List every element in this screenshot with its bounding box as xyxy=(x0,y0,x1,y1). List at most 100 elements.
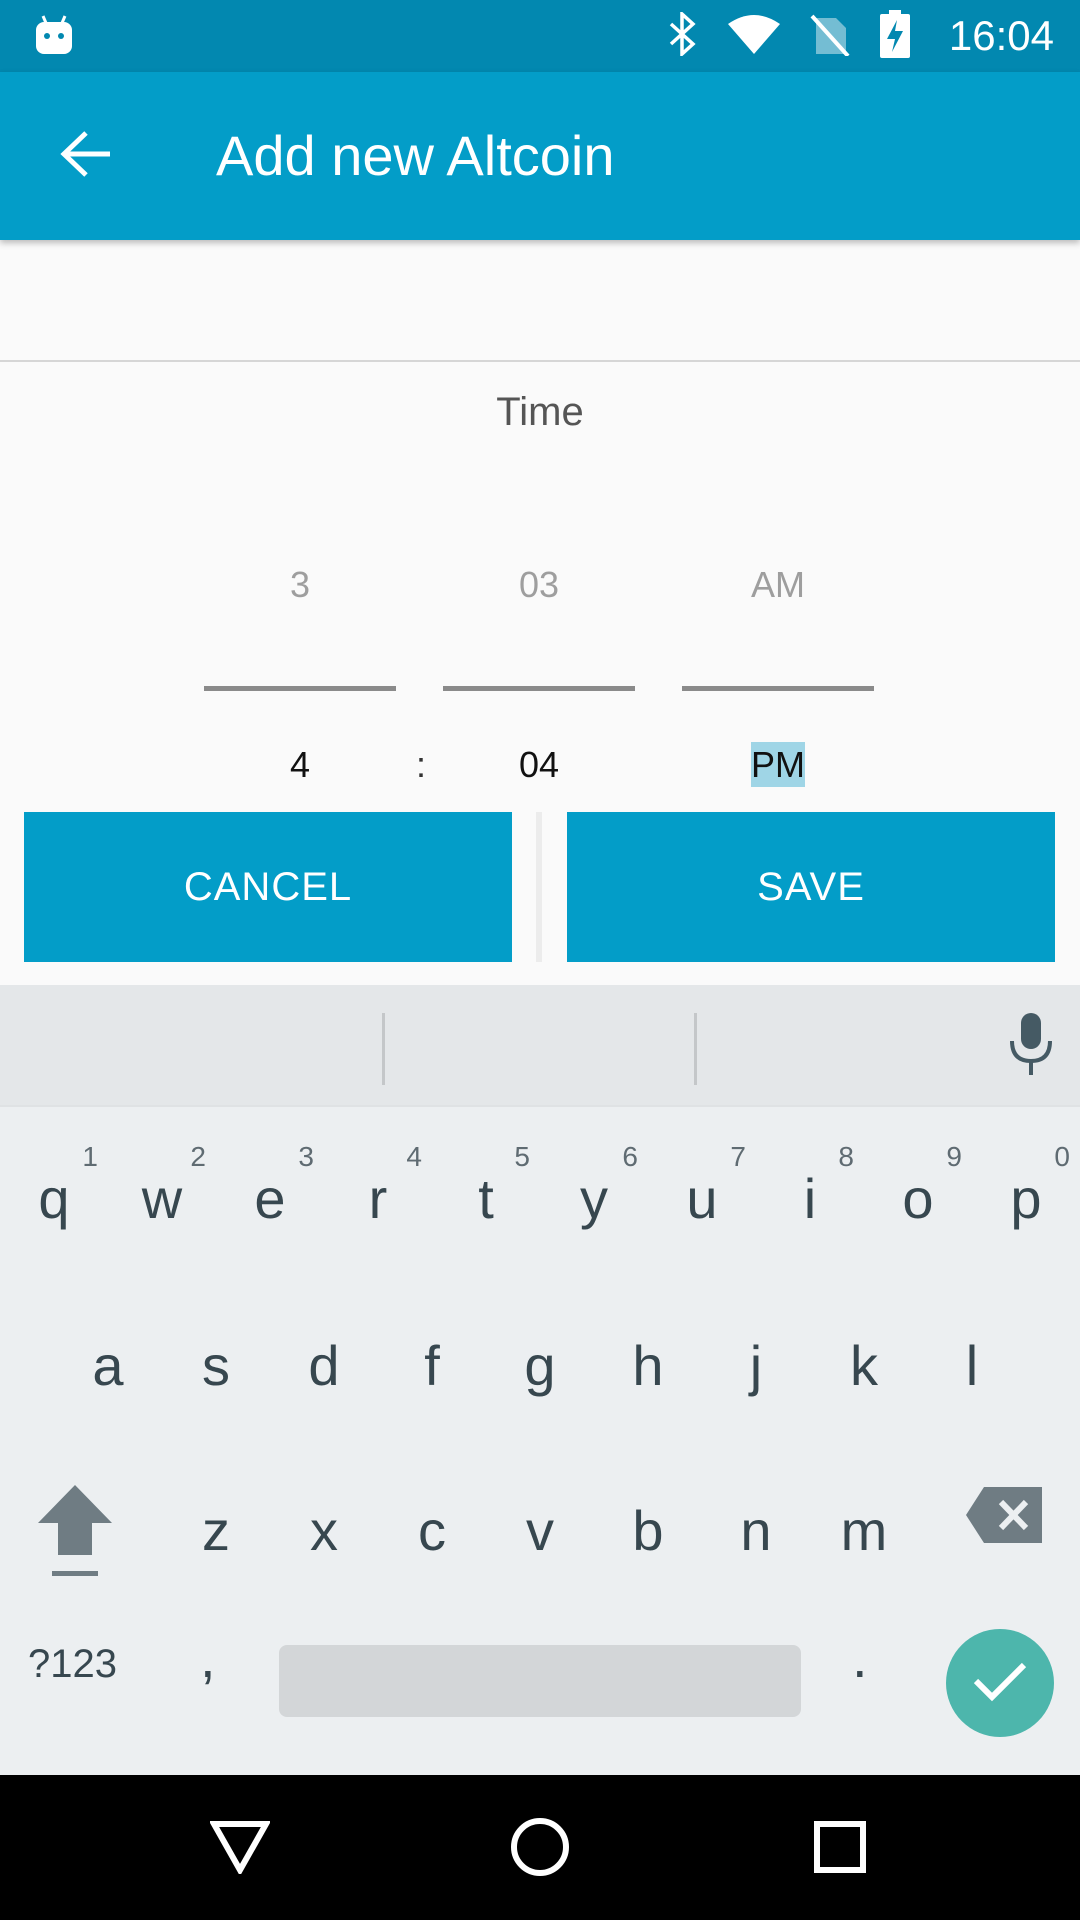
no-sim-icon xyxy=(810,12,850,61)
key-label: c xyxy=(418,1499,446,1562)
key-label: w xyxy=(141,1167,183,1230)
minute-current-value[interactable]: 04 xyxy=(443,740,635,790)
key-k[interactable]: k xyxy=(810,1300,918,1430)
key-hint-digit: 3 xyxy=(298,1141,314,1172)
button-divider xyxy=(536,812,542,962)
key-label: b xyxy=(632,1499,664,1562)
key-label: a xyxy=(92,1334,124,1397)
hour-current-value[interactable]: 4 xyxy=(204,740,396,790)
key-p[interactable]: p0 xyxy=(972,1133,1080,1263)
key-label: y xyxy=(580,1167,608,1230)
status-bar: 16:04 xyxy=(0,0,1080,72)
key-b[interactable]: b xyxy=(594,1465,702,1595)
nav-recents-button[interactable] xyxy=(800,1809,880,1889)
key-hint-digit: 0 xyxy=(1054,1141,1070,1172)
key-s[interactable]: s xyxy=(162,1300,270,1430)
key-label: x xyxy=(310,1499,338,1562)
back-button[interactable] xyxy=(46,116,126,196)
ampm-current-value: PM xyxy=(751,742,805,787)
status-time: 16:04 xyxy=(948,12,1054,59)
key-label: z xyxy=(202,1499,230,1562)
save-button[interactable]: SAVE xyxy=(567,812,1055,962)
triangle-back-icon xyxy=(208,1820,272,1879)
key-a[interactable]: a xyxy=(54,1300,162,1430)
key-label: r xyxy=(368,1167,388,1230)
key-hint-digit: 5 xyxy=(514,1141,530,1172)
comma-key[interactable]: , xyxy=(200,1625,216,1690)
minute-previous-value[interactable]: 03 xyxy=(443,560,635,610)
key-z[interactable]: z xyxy=(162,1465,270,1595)
suggestion-divider xyxy=(694,1013,697,1085)
minute-selection-divider xyxy=(443,686,635,691)
shift-key[interactable] xyxy=(38,1485,112,1584)
enter-key[interactable] xyxy=(946,1629,1054,1737)
microphone-icon[interactable] xyxy=(1008,1013,1054,1080)
key-o[interactable]: o9 xyxy=(864,1133,972,1263)
backspace-key[interactable] xyxy=(966,1487,1042,1548)
key-l[interactable]: l xyxy=(918,1300,1026,1430)
key-label: p xyxy=(1010,1167,1042,1230)
key-label: k xyxy=(850,1334,878,1397)
square-recents-icon xyxy=(814,1820,866,1878)
key-label: h xyxy=(632,1334,664,1397)
navigation-bar xyxy=(0,1775,1080,1920)
suggestion-divider xyxy=(382,1013,385,1085)
ampm-selection-divider xyxy=(682,686,874,691)
key-w[interactable]: w2 xyxy=(108,1133,216,1263)
symbols-key[interactable]: ?123 xyxy=(28,1642,117,1687)
key-hint-digit: 7 xyxy=(730,1141,746,1172)
key-label: j xyxy=(749,1334,763,1397)
key-x[interactable]: x xyxy=(270,1465,378,1595)
key-t[interactable]: t5 xyxy=(432,1133,540,1263)
key-hint-digit: 2 xyxy=(190,1141,206,1172)
ampm-previous-value[interactable]: AM xyxy=(682,560,874,610)
app-bar: Add new Altcoin xyxy=(0,72,1080,240)
key-label: v xyxy=(526,1499,554,1562)
key-m[interactable]: m xyxy=(810,1465,918,1595)
key-e[interactable]: e3 xyxy=(216,1133,324,1263)
suggestion-strip xyxy=(0,985,1080,1107)
key-n[interactable]: n xyxy=(702,1465,810,1595)
space-key[interactable] xyxy=(279,1645,801,1717)
page-title: Add new Altcoin xyxy=(216,124,615,187)
key-label: s xyxy=(202,1334,230,1397)
key-label: n xyxy=(740,1499,772,1562)
ampm-current-field[interactable]: PM xyxy=(682,740,874,790)
time-separator: : xyxy=(415,744,426,785)
time-picker-title: Time xyxy=(496,390,584,434)
key-h[interactable]: h xyxy=(594,1300,702,1430)
nav-back-button[interactable] xyxy=(200,1809,280,1889)
key-g[interactable]: g xyxy=(486,1300,594,1430)
bluetooth-icon xyxy=(668,9,698,61)
nav-home-button[interactable] xyxy=(500,1809,580,1889)
key-d[interactable]: d xyxy=(270,1300,378,1430)
key-label: i xyxy=(803,1167,817,1230)
period-key[interactable]: . xyxy=(852,1625,868,1690)
key-y[interactable]: y6 xyxy=(540,1133,648,1263)
key-j[interactable]: j xyxy=(702,1300,810,1430)
key-hint-digit: 9 xyxy=(946,1141,962,1172)
key-label: o xyxy=(902,1167,934,1230)
hour-previous-value[interactable]: 3 xyxy=(204,560,396,610)
key-hint-digit: 1 xyxy=(82,1141,98,1172)
hour-selection-divider xyxy=(204,686,396,691)
key-c[interactable]: c xyxy=(378,1465,486,1595)
key-hint-digit: 8 xyxy=(838,1141,854,1172)
circle-home-icon xyxy=(510,1817,570,1882)
key-label: q xyxy=(38,1167,70,1230)
key-label: g xyxy=(524,1334,556,1397)
soft-keyboard: ?123 , . q1w2e3r4t5y6u7i8o9p0asdfghjklzx… xyxy=(0,985,1080,1775)
key-u[interactable]: u7 xyxy=(648,1133,756,1263)
key-q[interactable]: q1 xyxy=(0,1133,108,1263)
wifi-icon xyxy=(728,14,780,59)
key-f[interactable]: f xyxy=(378,1300,486,1430)
arrow-back-icon xyxy=(60,130,112,183)
key-i[interactable]: i8 xyxy=(756,1133,864,1263)
form-field-strip xyxy=(0,240,1080,362)
cancel-button[interactable]: CANCEL xyxy=(24,812,512,962)
key-label: l xyxy=(965,1334,979,1397)
key-r[interactable]: r4 xyxy=(324,1133,432,1263)
battery-charging-icon xyxy=(880,9,910,63)
key-v[interactable]: v xyxy=(486,1465,594,1595)
key-label: t xyxy=(478,1167,494,1230)
